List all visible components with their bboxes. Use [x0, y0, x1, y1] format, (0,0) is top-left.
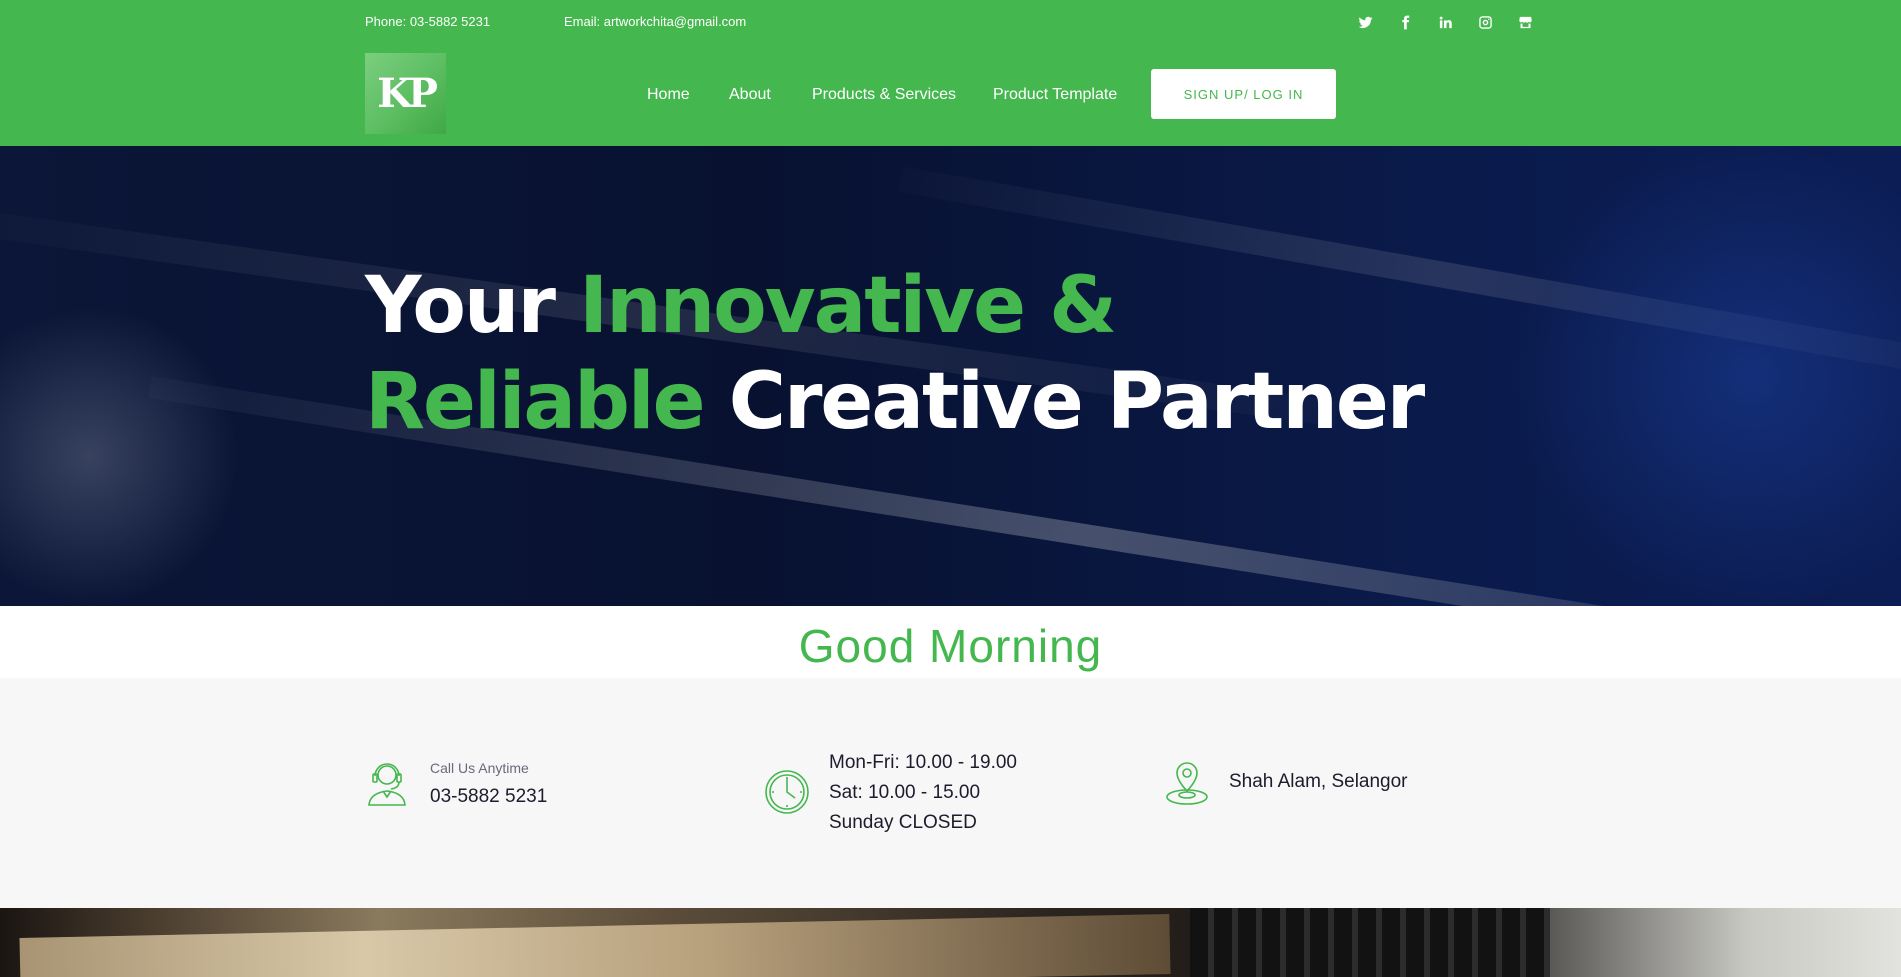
greeting-text: Good Morning	[798, 620, 1103, 672]
hero-heading: Your Innovative & Reliable Creative Part…	[365, 258, 1426, 450]
nav-home[interactable]: Home	[647, 86, 690, 104]
image-machine	[1190, 908, 1550, 977]
contact-info-band: Call Us Anytime 03-5882 5231 Mon-Fri: 10…	[0, 678, 1901, 908]
next-section-image	[0, 908, 1901, 977]
hours-sunday: Sunday CLOSED	[829, 812, 977, 833]
call-label: Call Us Anytime	[430, 760, 529, 776]
greeting-section: Good Morning	[0, 606, 1901, 678]
site-header: Phone: 03-5882 5231 Email: artworkchita@…	[0, 0, 1901, 146]
top-bar: Phone: 03-5882 5231 Email: artworkchita@…	[0, 0, 1901, 44]
call-number[interactable]: 03-5882 5231	[430, 786, 547, 808]
image-plank	[19, 913, 1171, 977]
hero-highlight: Innovative &	[579, 261, 1117, 351]
hero-word: Your	[365, 261, 580, 351]
hero-bg-glow	[1500, 146, 1901, 606]
headset-icon	[365, 759, 409, 812]
hero-bg-machine	[0, 306, 240, 606]
hero-highlight: Reliable	[365, 357, 706, 447]
site-logo[interactable]: KP	[365, 53, 446, 134]
nav-product-template[interactable]: Product Template	[993, 86, 1117, 104]
twitter-icon[interactable]	[1354, 11, 1376, 33]
store-icon[interactable]	[1514, 11, 1536, 33]
logo-text: KP	[377, 70, 438, 117]
hero-word: Creative Partner	[703, 357, 1426, 447]
instagram-icon[interactable]	[1474, 11, 1496, 33]
nav-about[interactable]: About	[729, 86, 771, 104]
top-phone: Phone: 03-5882 5231	[365, 14, 491, 29]
clock-icon	[764, 769, 810, 820]
location-text: Shah Alam, Selangor	[1229, 771, 1408, 792]
signup-login-button[interactable]: SIGN UP/ LOG IN	[1151, 69, 1336, 119]
social-links	[1354, 11, 1536, 33]
location-pin-icon	[1164, 759, 1210, 812]
linkedin-icon[interactable]	[1434, 11, 1456, 33]
facebook-icon[interactable]	[1394, 11, 1416, 33]
hours-saturday: Sat: 10.00 - 15.00	[829, 782, 981, 803]
nav-products-services[interactable]: Products & Services	[812, 86, 956, 104]
hero-banner: Your Innovative & Reliable Creative Part…	[0, 146, 1901, 606]
hours-weekday: Mon-Fri: 10.00 - 19.00	[829, 752, 1017, 773]
top-email[interactable]: Email: artworkchita@gmail.com	[564, 14, 746, 29]
